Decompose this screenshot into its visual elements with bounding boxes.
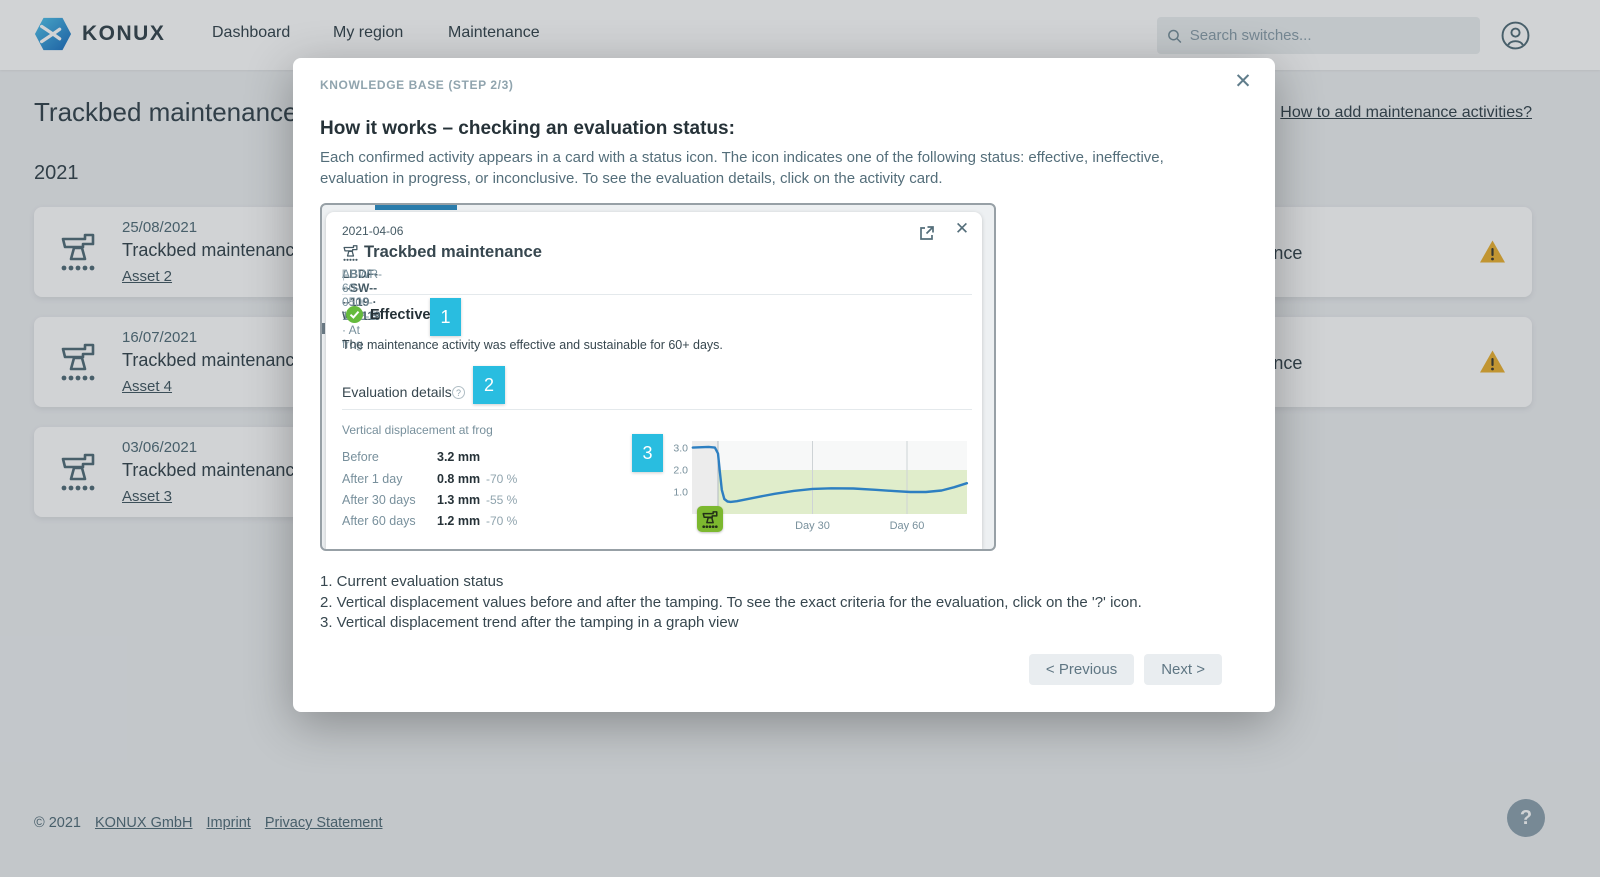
modal-notes: 1. Current evaluation status 2. Vertical… [320,572,1248,634]
metric-label: Vertical displacement at frog [342,423,493,437]
row-value: 1.3 mm [437,493,480,507]
callout-3: 3 [632,434,663,472]
tab-indicator-fragment [375,205,457,210]
row-label: After 1 day [342,472,402,486]
status-note: The maintenance activity was effective a… [342,338,723,352]
effective-check-icon [346,306,363,323]
modal-button-row: < Previous Next > [1029,654,1222,685]
x-tick-label: Day 60 [890,520,925,532]
modal-description: Each confirmed activity appears in a car… [320,147,1180,189]
example-screenshot: 2021-04-06 Trackbed maintenance LBDF---S… [320,203,996,551]
row-percent: -70 % [486,472,517,486]
status-label: Effective [370,307,430,323]
note-2: 2. Vertical displacement values before a… [320,593,1248,614]
row-label: Before [342,450,379,464]
row-value: 1.2 mm [437,514,480,528]
modal-step-label: KNOWLEDGE BASE (STEP 2/3) [320,78,1248,92]
row-label: After 60 days [342,514,416,528]
row-label: After 30 days [342,493,416,507]
modal-close-icon[interactable]: ✕ [1229,68,1257,96]
example-date: 2021-04-06 [342,224,403,238]
scrollbar-fragment [322,323,325,334]
row-value: 0.8 mm [437,472,480,486]
next-button[interactable]: Next > [1144,654,1222,685]
y-tick-label: 3.0 [673,443,688,455]
external-link-icon [918,225,935,242]
callout-1: 1 [430,298,461,336]
tamping-icon [342,244,359,262]
modal-title: How it works – checking an evaluation st… [320,118,1248,140]
tamping-event-icon [697,506,723,532]
callout-2: 2 [473,366,505,404]
close-icon: ✕ [952,219,972,239]
row-percent: -70 % [486,514,517,528]
divider [342,409,972,410]
note-3: 3. Vertical displacement trend after the… [320,613,1248,634]
divider [342,294,972,295]
example-title: Trackbed maintenance [364,243,542,262]
note-1: 1. Current evaluation status [320,572,1248,593]
row-percent: -55 % [486,493,517,507]
y-tick-label: 1.0 [673,487,688,499]
y-tick-label: 2.0 [673,465,688,477]
evaluation-details-label: Evaluation details [342,384,452,400]
previous-button[interactable]: < Previous [1029,654,1134,685]
question-mark-icon: ? [452,386,465,399]
knowledge-base-modal: KNOWLEDGE BASE (STEP 2/3) ✕ How it works… [293,58,1275,712]
x-tick-label: Day 30 [795,520,830,532]
row-value: 3.2 mm [437,450,480,464]
